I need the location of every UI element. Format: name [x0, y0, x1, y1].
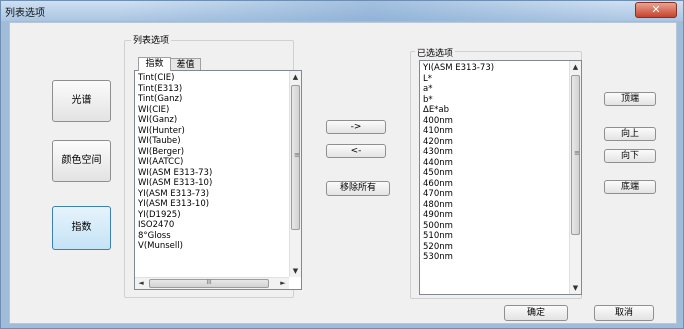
close-button[interactable]: ✕ [635, 2, 677, 18]
list-item[interactable]: ΔE*ab [423, 105, 494, 116]
list-item[interactable]: YI(ASM E313-73) [423, 63, 494, 74]
move-up-button[interactable]: 向上 [604, 127, 656, 141]
list-item[interactable]: 480nm [423, 200, 494, 211]
list-item[interactable]: Tint(Ganz) [138, 94, 212, 105]
window-title: 列表选项 [5, 8, 45, 19]
available-options-hscroll-thumb[interactable]: III [149, 279, 269, 288]
add-selected-label: -> [350, 122, 362, 132]
list-options-group-label: 列表选项 [131, 33, 172, 46]
list-item[interactable]: 440nm [423, 158, 494, 169]
list-item[interactable]: V(Munsell) [138, 241, 212, 252]
move-bottom-button[interactable]: 底端 [604, 180, 656, 194]
list-item[interactable]: YI(D1925) [138, 210, 212, 221]
cancel-button[interactable]: 取消 [594, 305, 654, 321]
list-item[interactable]: 520nm [423, 242, 494, 253]
list-item[interactable]: WI(Ganz) [138, 115, 212, 126]
scroll-up-icon[interactable]: ▲ [290, 71, 301, 83]
list-item[interactable]: Tint(E313) [138, 84, 212, 95]
add-selected-button[interactable]: -> [326, 120, 386, 134]
move-up-label: 向上 [620, 129, 639, 139]
available-options-items: Tint(CIE) Tint(E313) Tint(Ganz) WI(CIE) WI(G… [138, 73, 212, 252]
list-item[interactable]: WI(ASM E313-73) [138, 168, 212, 179]
selected-options-vscroll-thumb[interactable]: ≡ [571, 75, 580, 235]
title-bar-decoration [121, 1, 621, 21]
selected-options-list[interactable]: YI(ASM E313-73) L* a* b* ΔE*ab 400nm 410nm 420n… [419, 60, 582, 295]
category-spectrum-label: 光谱 [71, 95, 92, 106]
remove-selected-label: <- [350, 146, 362, 156]
list-item[interactable]: ISO2470 [138, 220, 212, 231]
list-item[interactable]: 8°Gloss [138, 231, 212, 242]
list-item[interactable]: WI(ASM E313-10) [138, 178, 212, 189]
category-color-space-button[interactable]: 颜色空间 [52, 140, 111, 182]
list-item[interactable]: YI(ASM E313-73) [138, 189, 212, 200]
remove-selected-button[interactable]: <- [326, 144, 386, 158]
list-item[interactable]: b* [423, 95, 494, 106]
move-top-button[interactable]: 顶端 [604, 92, 656, 106]
ok-label: 确定 [526, 308, 545, 318]
category-spectrum-button[interactable]: 光谱 [52, 80, 111, 122]
available-options-vscrollbar[interactable]: ▲ ≡ ▼ [289, 71, 301, 277]
list-item[interactable]: WI(CIE) [138, 105, 212, 116]
list-item[interactable]: WI(Berger) [138, 147, 212, 158]
list-item[interactable]: Tint(CIE) [138, 73, 212, 84]
selected-options-group-label: 已选选项 [415, 46, 456, 59]
close-icon: ✕ [651, 3, 661, 16]
dialog-body: 光谱 颜色空间 指数 列表选项 指数 差值 Tint(CIE) Tint(E313… [9, 22, 677, 324]
list-item[interactable]: 410nm [423, 126, 494, 137]
grip-icon: ≡ [294, 151, 300, 159]
category-index-button[interactable]: 指数 [52, 206, 111, 250]
dialog-window: 列表选项 ✕ 光谱 颜色空间 指数 列表选项 指数 差值 Tint(CIE) Ti… [0, 0, 684, 329]
list-item[interactable]: 400nm [423, 116, 494, 127]
cancel-label: 取消 [614, 308, 633, 318]
scroll-left-icon[interactable]: ◄ [135, 278, 147, 289]
category-index-label: 指数 [71, 222, 92, 233]
available-options-hscrollbar[interactable]: ◄ III ► [135, 277, 289, 289]
list-item[interactable]: 420nm [423, 137, 494, 148]
list-item[interactable]: 460nm [423, 179, 494, 190]
list-item[interactable]: a* [423, 84, 494, 95]
remove-all-label: 移除所有 [339, 183, 376, 193]
list-item[interactable]: YI(ASM E313-10) [138, 199, 212, 210]
move-bottom-label: 底端 [620, 182, 639, 192]
move-down-label: 向下 [620, 151, 639, 161]
tab-difference-label: 差值 [176, 60, 195, 70]
category-color-space-label: 颜色空间 [61, 155, 102, 166]
ok-button[interactable]: 确定 [504, 305, 568, 321]
available-options-list[interactable]: Tint(CIE) Tint(E313) Tint(Ganz) WI(CIE) WI(G… [134, 70, 302, 290]
hscroll-grip-icon: III [206, 279, 212, 286]
list-item[interactable]: L* [423, 74, 494, 85]
scroll-up-icon[interactable]: ▲ [570, 61, 581, 73]
list-item[interactable]: 470nm [423, 189, 494, 200]
move-down-button[interactable]: 向下 [604, 149, 656, 163]
tab-index[interactable]: 指数 [138, 57, 171, 71]
scroll-right-icon[interactable]: ► [277, 278, 289, 289]
list-item[interactable]: 430nm [423, 147, 494, 158]
list-item[interactable]: WI(Hunter) [138, 126, 212, 137]
grip-icon: ≡ [574, 149, 580, 157]
list-item[interactable]: 490nm [423, 210, 494, 221]
tab-index-label: 指数 [145, 59, 164, 69]
list-item[interactable]: 530nm [423, 252, 494, 263]
available-options-vscroll-thumb[interactable]: ≡ [291, 85, 300, 230]
scroll-down-icon[interactable]: ▼ [290, 265, 301, 277]
list-item[interactable]: WI(AATCC) [138, 157, 212, 168]
list-item[interactable]: 450nm [423, 168, 494, 179]
remove-all-button[interactable]: 移除所有 [326, 181, 390, 196]
list-item[interactable]: 510nm [423, 231, 494, 242]
list-item[interactable]: 500nm [423, 221, 494, 232]
move-top-label: 顶端 [620, 94, 639, 104]
title-bar[interactable]: 列表选项 ✕ [1, 1, 683, 21]
selected-options-vscrollbar[interactable]: ▲ ≡ ▼ [569, 61, 581, 294]
scroll-down-icon[interactable]: ▼ [570, 282, 581, 294]
selected-options-items: YI(ASM E313-73) L* a* b* ΔE*ab 400nm 410nm 420n… [423, 63, 494, 263]
list-item[interactable]: WI(Taube) [138, 136, 212, 147]
